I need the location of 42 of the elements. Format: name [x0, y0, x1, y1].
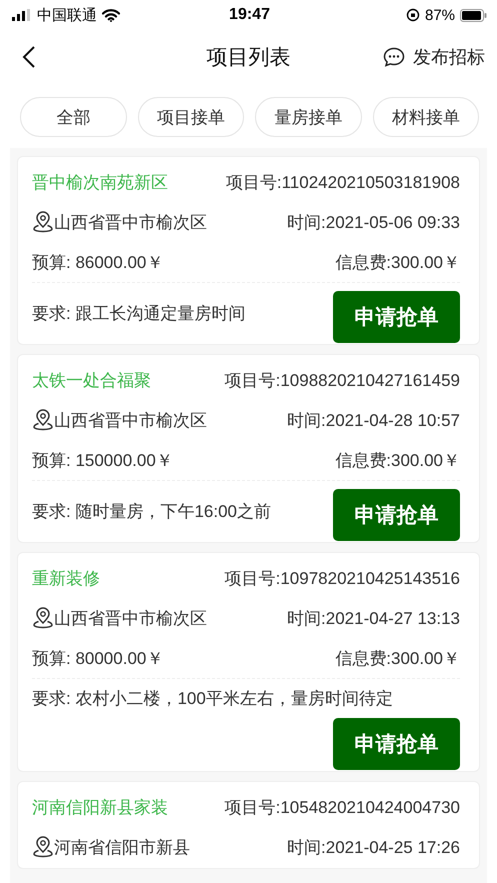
project-number: 项目号:1102420210503181908	[226, 172, 460, 194]
project-budget: 预算: 86000.00￥	[32, 252, 164, 274]
project-requirement: 要求: 跟工长沟通定量房时间	[32, 302, 246, 324]
apply-button[interactable]: 申请抢单	[333, 489, 460, 541]
filter-chip[interactable]: 全部	[20, 97, 126, 137]
project-number: 项目号:1098820210427161459	[224, 370, 460, 392]
project-location: 山西省晋中市榆次区	[54, 212, 207, 234]
project-budget: 预算: 80000.00￥	[32, 648, 164, 670]
location-pin-icon	[32, 607, 54, 629]
signal-icon	[12, 9, 32, 21]
location-pin-icon	[32, 409, 54, 431]
filter-chip[interactable]: 量房接单	[255, 97, 362, 137]
apply-button[interactable]: 申请抢单	[333, 718, 460, 770]
status-time: 19:47	[229, 6, 270, 24]
orientation-lock-icon	[406, 8, 420, 22]
carrier-name: 中国联通	[37, 6, 97, 24]
location-pin-icon	[32, 836, 54, 858]
project-number: 项目号:1054820210424004730	[224, 796, 460, 818]
filter-chip[interactable]: 项目接单	[138, 97, 244, 137]
info-fee: 信息费:300.00￥	[335, 450, 460, 472]
location-pin-icon	[32, 211, 54, 233]
battery-percent: 87%	[424, 6, 456, 24]
info-fee: 信息费:300.00￥	[335, 648, 460, 670]
wifi-icon	[102, 8, 120, 22]
filter-chip[interactable]: 材料接单	[372, 97, 479, 137]
chat-bubble-icon	[383, 47, 405, 67]
publish-button[interactable]: 发布招标	[379, 41, 489, 73]
project-requirement: 要求: 随时量房，下午16:00之前	[32, 500, 271, 522]
project-location: 河南省信阳市新县	[54, 836, 190, 858]
battery-icon	[460, 8, 488, 22]
project-location: 山西省晋中市榆次区	[54, 410, 207, 432]
project-time: 时间:2021-04-28 10:57	[287, 410, 460, 432]
page-title: 项目列表	[206, 45, 290, 71]
apply-button[interactable]: 申请抢单	[333, 291, 460, 343]
project-time: 时间:2021-04-25 17:26	[287, 836, 460, 858]
project-time: 时间:2021-05-06 09:33	[287, 212, 460, 234]
info-fee: 信息费:300.00￥	[335, 252, 460, 274]
project-requirement: 要求: 农村小二楼，100平米左右，量房时间待定	[32, 688, 393, 710]
project-number: 项目号:1097820210425143516	[224, 568, 460, 590]
project-time: 时间:2021-04-27 13:13	[287, 608, 460, 630]
project-budget: 预算: 150000.00￥	[32, 450, 173, 472]
project-location: 山西省晋中市榆次区	[54, 608, 207, 630]
